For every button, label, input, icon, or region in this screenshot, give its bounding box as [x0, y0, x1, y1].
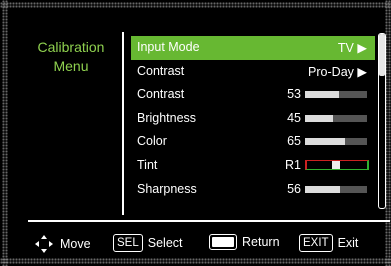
- menu-item-sharpness[interactable]: Sharpness 56: [131, 178, 375, 202]
- item-label: Color: [137, 134, 167, 149]
- item-label: Sharpness: [137, 181, 197, 196]
- menu-item-brightness[interactable]: Brightness 45: [131, 107, 375, 131]
- level-bar[interactable]: [305, 91, 367, 99]
- tint-knob[interactable]: [332, 160, 341, 169]
- sel-key-icon: SEL: [113, 234, 143, 252]
- exit-key-icon: EXIT: [299, 234, 333, 252]
- select-hint: SEL Select: [113, 234, 183, 252]
- dotted-frame-left: [2, 0, 8, 266]
- menu-item-input-mode[interactable]: Input Mode TV ▶: [131, 36, 375, 60]
- item-value: TV ▶: [337, 41, 367, 55]
- calibration-screen: Calibration Menu Input Mode TV ▶ Contras…: [0, 0, 391, 266]
- item-number: 53: [287, 87, 301, 102]
- exit-hint: EXIT Exit: [299, 234, 358, 252]
- button-guide: Move SEL Select Return EXIT Exit: [0, 230, 391, 256]
- item-label: Contrast: [137, 63, 185, 78]
- menu-item-tint[interactable]: Tint R1: [131, 154, 375, 178]
- item-label: Input Mode: [137, 40, 200, 54]
- menu-item-contrast-mode[interactable]: Contrast Pro-Day ▶: [131, 60, 375, 84]
- select-label: Select: [147, 236, 183, 250]
- tint-slider[interactable]: [305, 159, 369, 170]
- menu-item-contrast[interactable]: Contrast 53: [131, 83, 375, 107]
- return-hint: Return: [209, 234, 280, 250]
- item-value: Pro-Day ▶: [308, 64, 367, 79]
- level-fill: [305, 138, 346, 146]
- level-bar[interactable]: [305, 114, 367, 122]
- level-fill: [305, 185, 340, 193]
- exit-label: Exit: [337, 236, 359, 250]
- arrow-right-icon: ▶: [357, 41, 367, 55]
- dotted-frame-bottom: [0, 258, 391, 264]
- move-label: Move: [60, 237, 91, 251]
- arrow-right-icon: ▶: [357, 64, 367, 79]
- item-number: 56: [287, 181, 301, 196]
- level-bar[interactable]: [305, 185, 367, 193]
- scrollbar[interactable]: [378, 33, 386, 209]
- level-fill: [305, 91, 340, 99]
- menu-title-line2: Menu: [53, 58, 89, 74]
- item-number: 45: [287, 110, 301, 125]
- return-label: Return: [242, 235, 280, 249]
- item-label: Contrast: [137, 87, 185, 102]
- settings-list: Input Mode TV ▶ Contrast Pro-Day ▶ Contr…: [131, 36, 375, 201]
- level-bar[interactable]: [305, 138, 367, 146]
- item-label: Tint: [137, 157, 158, 172]
- vertical-divider: [122, 32, 124, 215]
- dotted-frame-top: [0, 2, 391, 8]
- scrollbar-thumb[interactable]: [379, 34, 385, 76]
- menu-item-color[interactable]: Color 65: [131, 130, 375, 154]
- move-hint: Move: [34, 234, 91, 254]
- return-key-icon: [209, 234, 237, 250]
- level-fill: [305, 114, 333, 122]
- item-number: R1: [285, 157, 301, 172]
- horizontal-divider: [28, 220, 390, 222]
- item-number: 65: [287, 134, 301, 149]
- item-label: Brightness: [137, 110, 197, 125]
- menu-title: Calibration Menu: [22, 38, 120, 76]
- menu-title-line1: Calibration: [37, 39, 105, 55]
- dpad-arrows-icon: [35, 235, 53, 253]
